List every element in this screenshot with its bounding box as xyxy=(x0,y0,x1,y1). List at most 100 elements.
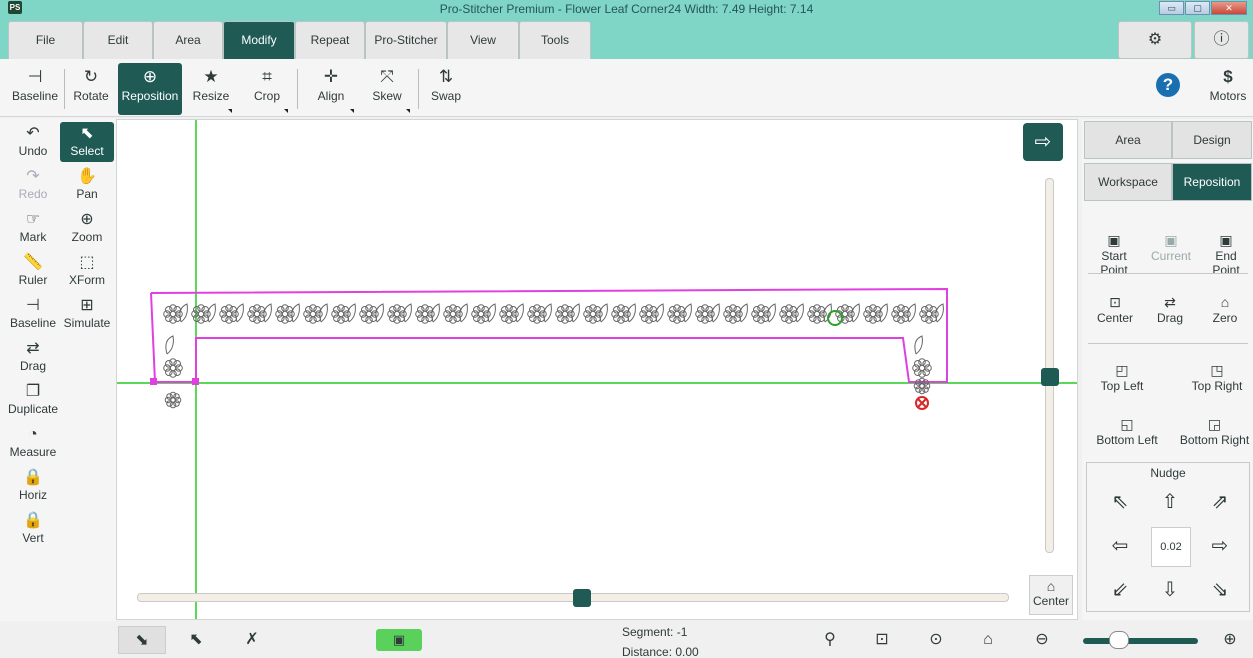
horiz-lock-button[interactable]: 🔒 Horiz xyxy=(6,466,60,506)
nudge-up-button[interactable]: ⇧ xyxy=(1155,487,1185,517)
pan-button[interactable]: ✋ Pan xyxy=(60,165,114,205)
help-button[interactable]: ? xyxy=(1150,63,1186,115)
settings-icon[interactable]: ⚙ xyxy=(1118,21,1192,59)
align-button[interactable]: ✛ Align xyxy=(306,63,356,115)
zoom-slider[interactable] xyxy=(1083,638,1198,644)
crop-button[interactable]: ⌗ Crop xyxy=(244,63,290,115)
resize-label: Resize xyxy=(192,89,230,103)
flower-petal xyxy=(281,304,289,312)
xform-button[interactable]: ⬚ XForm xyxy=(60,251,114,291)
nudge-down-left-button[interactable]: ⇙ xyxy=(1105,575,1135,605)
resize-icon: ★ xyxy=(203,67,219,86)
select-mode-button[interactable]: ⬊ xyxy=(118,626,166,654)
drag-button[interactable]: ⇄ Drag xyxy=(1146,291,1194,325)
left-tool-palette: ↶ Undo ⬉ Select ↷ Redo ✋ Pan ☞ Mark ⊕ Zoom 📏 Ru… xyxy=(0,118,116,638)
info-icon[interactable]: ⓘ xyxy=(1194,21,1249,59)
tab-file[interactable]: File xyxy=(8,21,83,59)
flower-center xyxy=(169,364,177,372)
flower-center xyxy=(393,310,401,318)
close-button[interactable]: ✕ xyxy=(1211,1,1247,15)
quilt-mode-toggle[interactable]: ▣ xyxy=(376,629,422,651)
simulate-button[interactable]: ⊞ Simulate xyxy=(60,294,114,334)
nudge-down-button[interactable]: ⇩ xyxy=(1155,575,1185,605)
baseline-button[interactable]: ⊣ Baseline xyxy=(10,63,60,115)
zoom-slider-thumb[interactable] xyxy=(1109,631,1129,649)
ruler-button[interactable]: 📏 Ruler xyxy=(6,251,60,291)
duplicate-button[interactable]: ❐ Duplicate xyxy=(6,380,60,420)
zoom-in-icon[interactable]: ⊕ xyxy=(1212,626,1248,654)
tab-modify[interactable]: Modify xyxy=(223,21,295,59)
center-view-button[interactable]: ⌂ Center xyxy=(1029,575,1073,615)
maximize-button[interactable]: ▢ xyxy=(1185,1,1210,15)
boundary-handle[interactable] xyxy=(150,378,157,385)
horizontal-slider-thumb[interactable] xyxy=(573,589,591,607)
nudge-left-button[interactable]: ⇦ xyxy=(1105,531,1135,561)
skew-label: Skew xyxy=(372,89,402,103)
baseline-tool-button[interactable]: ⊣ Baseline xyxy=(6,294,60,334)
nudge-amount-input[interactable]: 0.02 xyxy=(1151,527,1191,567)
nudge-down-right-button[interactable]: ⇘ xyxy=(1205,575,1235,605)
leaf xyxy=(767,303,776,323)
select-points-button[interactable]: ⬉ xyxy=(178,626,214,654)
vertical-scroll-slider[interactable] xyxy=(1045,178,1054,553)
start-point-button[interactable]: ▣ Start Point xyxy=(1086,229,1142,277)
tab-area[interactable]: Area xyxy=(153,21,223,59)
drag-tool-button[interactable]: ⇄ Drag xyxy=(6,337,60,377)
nudge-up-left-button[interactable]: ⇖ xyxy=(1105,487,1135,517)
zoom-actual-icon[interactable]: ⊙ xyxy=(918,626,954,654)
segment-status: Segment: -1 xyxy=(622,625,688,639)
current-point-label: Current xyxy=(1150,249,1191,263)
boundary-handle[interactable] xyxy=(192,378,199,385)
zoom-out-icon[interactable]: ⊖ xyxy=(1024,626,1060,654)
zero-button[interactable]: ⌂ Zero xyxy=(1200,291,1250,325)
measure-button[interactable]: ◔ Measure xyxy=(6,423,60,463)
tab-design[interactable]: Design xyxy=(1172,121,1252,159)
center-button[interactable]: ⊡ Center xyxy=(1090,291,1140,325)
top-left-button[interactable]: ◰ Top Left xyxy=(1092,359,1152,393)
tab-repeat[interactable]: Repeat xyxy=(295,21,365,59)
skew-button[interactable]: ⤧ Skew xyxy=(362,63,412,115)
zoom-button[interactable]: ⊕ Zoom xyxy=(60,208,114,248)
tab-pro-stitcher[interactable]: Pro-Stitcher xyxy=(365,21,447,59)
tab-reposition[interactable]: Reposition xyxy=(1172,163,1252,201)
flower-petal xyxy=(925,304,933,312)
tab-tools[interactable]: Tools xyxy=(519,21,591,59)
minimize-button[interactable]: ▭ xyxy=(1159,1,1184,15)
nudge-up-right-button[interactable]: ⇗ xyxy=(1205,487,1235,517)
expand-panel-button[interactable]: ⇨ xyxy=(1023,123,1063,161)
nudge-right-button[interactable]: ⇨ xyxy=(1205,531,1235,561)
tab-workspace[interactable]: Workspace xyxy=(1084,163,1172,201)
home-view-icon[interactable]: ⌂ xyxy=(970,626,1006,654)
deselect-button[interactable]: ✗ xyxy=(234,626,270,654)
bottom-right-button[interactable]: ◲ Bottom Right xyxy=(1176,413,1253,447)
select-button[interactable]: ⬉ Select xyxy=(60,122,114,162)
swap-icon: ⇅ xyxy=(438,67,454,86)
zoom-design-icon[interactable]: ⊡ xyxy=(864,626,900,654)
tab-view[interactable]: View xyxy=(447,21,519,59)
swap-button[interactable]: ⇅ Swap xyxy=(424,63,468,115)
flower-petal xyxy=(785,316,793,324)
vert-lock-button[interactable]: 🔒 Vert xyxy=(6,509,60,549)
flower-petal xyxy=(785,304,793,312)
end-point-button[interactable]: ▣ End Point xyxy=(1200,229,1252,277)
flower-petal xyxy=(315,310,323,318)
design-canvas[interactable]: ⇨ ⌂ Center xyxy=(116,119,1078,620)
vertical-slider-thumb[interactable] xyxy=(1041,368,1059,386)
mark-button[interactable]: ☞ Mark xyxy=(6,208,60,248)
flower-petal xyxy=(813,304,821,312)
zoom-selection-icon[interactable]: ⚲ xyxy=(812,626,848,654)
leaf xyxy=(291,303,300,323)
tab-edit[interactable]: Edit xyxy=(83,21,153,59)
resize-button[interactable]: ★ Resize xyxy=(188,63,234,115)
rotate-button[interactable]: ↻ Rotate xyxy=(70,63,112,115)
redo-button[interactable]: ↷ Redo xyxy=(6,165,60,205)
tab-area[interactable]: Area xyxy=(1084,121,1172,159)
motors-button[interactable]: $ Motors xyxy=(1204,63,1252,115)
flower-center xyxy=(897,310,905,318)
undo-button[interactable]: ↶ Undo xyxy=(6,122,60,162)
current-point-button[interactable]: ▣ Current xyxy=(1146,229,1196,263)
flower-petal xyxy=(387,310,395,318)
reposition-button[interactable]: ⊕ Reposition xyxy=(118,63,182,115)
top-right-button[interactable]: ◳ Top Right xyxy=(1182,359,1252,393)
bottom-left-button[interactable]: ◱ Bottom Left xyxy=(1084,413,1170,447)
